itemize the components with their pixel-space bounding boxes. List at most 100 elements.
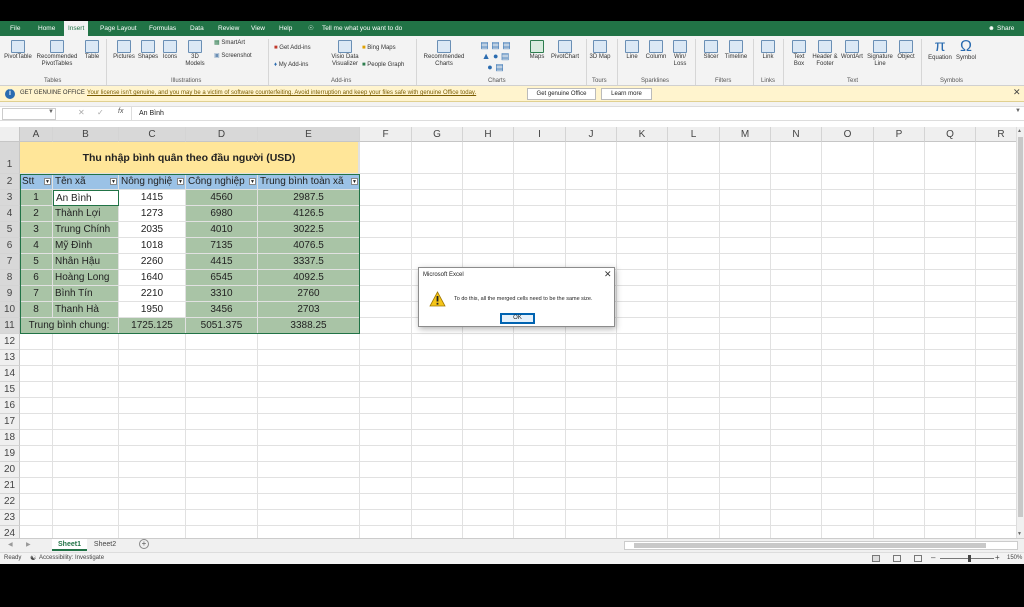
wordart-button[interactable]: WordArt [839, 40, 865, 61]
table-cell[interactable]: 1950 [119, 302, 186, 318]
scroll-down-icon[interactable]: ▼ [1017, 531, 1022, 537]
worksheet-grid[interactable]: ABCDEFGHIJKLMNOPQR 1 2 3 4 5 6 7 8 9 10 11 12 13 14 15… [0, 127, 1016, 538]
tab-page-layout[interactable]: Page Layout [100, 21, 137, 36]
column-header-b[interactable]: B [53, 127, 119, 142]
table-cell[interactable]: An Bình [53, 190, 119, 206]
scroll-thumb[interactable] [1018, 137, 1023, 517]
row-header-3[interactable]: 3 [0, 190, 20, 206]
table-cell[interactable]: 3337.5 [258, 254, 360, 270]
table-cell[interactable]: 1640 [119, 270, 186, 286]
row-header-12[interactable]: 12 [0, 334, 20, 350]
tab-formulas[interactable]: Formulas [149, 21, 176, 36]
dialog-close-icon[interactable]: ✕ [604, 269, 612, 280]
icons-button[interactable]: Icons [161, 40, 179, 61]
filter-dropdown-icon[interactable]: ▼ [177, 178, 184, 185]
table-cell[interactable]: 3 [20, 222, 53, 238]
expand-formula-icon[interactable]: ▼ [1015, 108, 1021, 114]
filter-dropdown-icon[interactable]: ▼ [44, 178, 51, 185]
row-header-2[interactable]: 2 [0, 174, 20, 190]
column-header-r[interactable]: R [976, 127, 1016, 142]
chevron-down-icon[interactable]: ▼ [48, 109, 54, 115]
table-cell[interactable]: 7 [20, 286, 53, 302]
table-cell[interactable]: 2210 [119, 286, 186, 302]
table-cell[interactable]: Nhân Hậu [53, 254, 119, 270]
message-link[interactable]: Your license isn't genuine, and you may … [87, 90, 476, 96]
cancel-icon[interactable]: ✕ [78, 108, 85, 117]
zoom-slider-thumb[interactable] [968, 555, 971, 562]
ok-button[interactable]: OK [500, 313, 535, 324]
table-cell[interactable]: 6545 [186, 270, 258, 286]
table-cell[interactable]: 3310 [186, 286, 258, 302]
formula-input[interactable]: An Bình [139, 110, 164, 117]
row-header-7[interactable]: 7 [0, 254, 20, 270]
table-cell[interactable]: 1018 [119, 238, 186, 254]
column-header-o[interactable]: O [822, 127, 874, 142]
row-header-23[interactable]: 23 [0, 510, 20, 526]
row-header-11[interactable]: 11 [0, 318, 20, 334]
timeline-button[interactable]: Timeline [722, 40, 750, 61]
row-header-20[interactable]: 20 [0, 462, 20, 478]
row-header-14[interactable]: 14 [0, 366, 20, 382]
table-cell[interactable]: 2760 [258, 286, 360, 302]
get-addins-button[interactable]: ■ Get Add-ins [274, 45, 311, 52]
pivottable-button[interactable]: PivotTable [3, 40, 33, 61]
tab-review[interactable]: Review [218, 21, 239, 36]
row-header-19[interactable]: 19 [0, 446, 20, 462]
row-header-6[interactable]: 6 [0, 238, 20, 254]
table-cell[interactable]: 8 [20, 302, 53, 318]
table-cell[interactable]: 1415 [119, 190, 186, 206]
table-cell[interactable]: 2035 [119, 222, 186, 238]
total-label[interactable]: Trung bình chung: [20, 318, 119, 334]
recommended-pivottables-button[interactable]: Recommended PivotTables [35, 40, 79, 68]
scroll-up-icon[interactable]: ▲ [1017, 128, 1022, 134]
sparkline-winloss-button[interactable]: Win/ Loss [670, 40, 690, 68]
3d-map-button[interactable]: 3D Map [589, 40, 611, 61]
table-header-cell[interactable]: Trung bình toàn xã [258, 174, 360, 190]
pivotchart-button[interactable]: PivotChart [549, 40, 581, 61]
table-header-cell[interactable]: Công nghiệp [186, 174, 258, 190]
column-header-e[interactable]: E [258, 127, 360, 142]
total-cell[interactable]: 5051.375 [186, 318, 258, 334]
column-header-p[interactable]: P [874, 127, 925, 142]
column-header-q[interactable]: Q [925, 127, 976, 142]
symbol-button[interactable]: Ω Symbol [955, 38, 977, 62]
header-footer-button[interactable]: Header & Footer [810, 40, 840, 68]
prev-sheet-icon[interactable]: ◀ [8, 541, 13, 548]
row-header-18[interactable]: 18 [0, 430, 20, 446]
row-header-8[interactable]: 8 [0, 270, 20, 286]
zoom-level[interactable]: 150% [1007, 555, 1022, 561]
table-header-cell[interactable]: Nông nghiệ [119, 174, 186, 190]
column-header-g[interactable]: G [412, 127, 463, 142]
table-cell[interactable]: Hoàng Long [53, 270, 119, 286]
table-cell[interactable]: Thanh Hà [53, 302, 119, 318]
row-header-4[interactable]: 4 [0, 206, 20, 222]
table-cell[interactable]: Thành Lợi [53, 206, 119, 222]
table-cell[interactable]: 3022.5 [258, 222, 360, 238]
column-header-f[interactable]: F [360, 127, 412, 142]
row-header-9[interactable]: 9 [0, 286, 20, 302]
table-cell[interactable]: 2 [20, 206, 53, 222]
chart-type-buttons[interactable]: ▤ ▤ ▤ ▲ ● ▤ ● ▤ [468, 40, 523, 76]
page-break-view-icon[interactable] [914, 555, 922, 562]
table-cell[interactable]: Bình Tín [53, 286, 119, 302]
table-cell[interactable]: 2987.5 [258, 190, 360, 206]
horizontal-scroll-thumb[interactable] [634, 543, 986, 548]
column-header-k[interactable]: K [617, 127, 668, 142]
table-cell[interactable]: 2703 [258, 302, 360, 318]
row-header-16[interactable]: 16 [0, 398, 20, 414]
table-cell[interactable]: 1 [20, 190, 53, 206]
column-header-h[interactable]: H [463, 127, 514, 142]
tab-data[interactable]: Data [190, 21, 204, 36]
signature-line-button[interactable]: Signature Line [865, 40, 895, 68]
equation-button[interactable]: π Equation [925, 38, 955, 62]
filter-dropdown-icon[interactable]: ▼ [249, 178, 256, 185]
vertical-scrollbar[interactable]: ▲ ▼ [1016, 127, 1024, 538]
column-header-j[interactable]: J [566, 127, 617, 142]
column-header-d[interactable]: D [186, 127, 258, 142]
page-layout-view-icon[interactable] [893, 555, 901, 562]
recommended-charts-button[interactable]: Recommended Charts [420, 40, 468, 68]
row-header-24[interactable]: 24 [0, 526, 20, 538]
text-box-button[interactable]: Text Box [789, 40, 809, 68]
table-cell[interactable]: 2260 [119, 254, 186, 270]
screenshot-button[interactable]: ▣ Screenshot [214, 53, 252, 60]
